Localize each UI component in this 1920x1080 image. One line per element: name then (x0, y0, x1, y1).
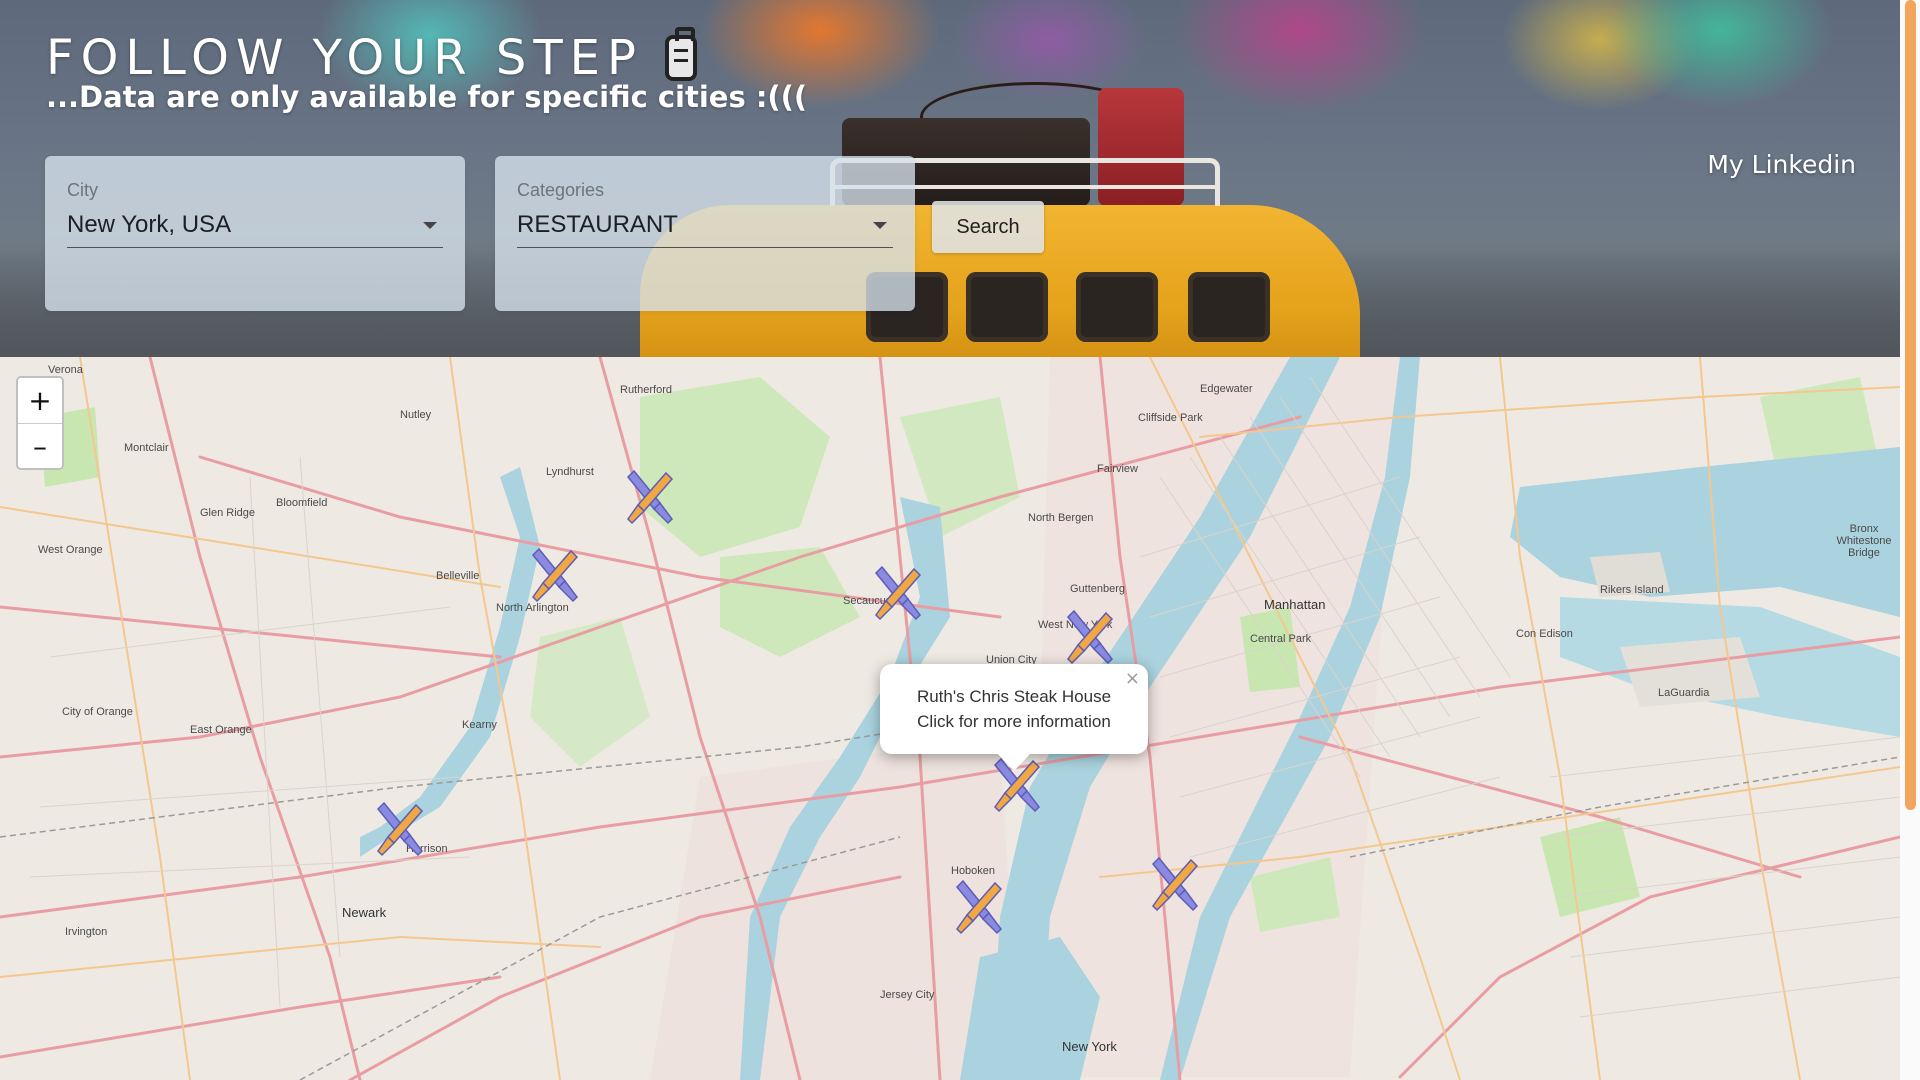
fork-knife-icon (1151, 856, 1199, 912)
restaurant-marker[interactable] (1060, 607, 1120, 667)
fork-knife-icon (1066, 609, 1114, 665)
map-view[interactable]: Verona Rutherford Nutley Montclair Lyndh… (0, 357, 1900, 1080)
fork-knife-icon (626, 469, 674, 525)
city-select-value: New York, USA (67, 211, 232, 238)
zoom-control: + – (16, 376, 64, 470)
map-label: Belleville (436, 570, 480, 582)
restaurant-marker[interactable] (370, 799, 430, 859)
caret-down-icon (423, 221, 437, 229)
linkedin-link[interactable]: My Linkedin (1707, 150, 1856, 179)
map-label: Cliffside Park (1138, 412, 1203, 424)
map-label: New York (1062, 1039, 1117, 1054)
map-label: Hoboken (951, 865, 996, 877)
bus-window (966, 272, 1048, 342)
map-label: Central Park (1250, 633, 1312, 645)
map-label: Fairview (1097, 463, 1138, 475)
fork-knife-icon (376, 801, 424, 857)
map-label: Irvington (65, 926, 108, 938)
categories-select-card: Categories RESTAURANT (495, 156, 915, 311)
restaurant-marker[interactable] (949, 877, 1009, 937)
categories-select-label: Categories (517, 180, 605, 200)
fork-knife-icon (874, 565, 922, 621)
map-label: Glen Ridge (200, 507, 256, 519)
categories-select-value: RESTAURANT (517, 211, 678, 238)
popup-title: Ruth's Chris Steak House (916, 687, 1112, 706)
map-label: East Orange (190, 724, 252, 736)
restaurant-marker[interactable] (868, 563, 928, 623)
restaurant-marker[interactable] (525, 545, 585, 605)
map-label: Nutley (400, 409, 432, 421)
map-label: North Bergen (1028, 512, 1094, 524)
map-label: Rikers Island (1600, 584, 1664, 596)
map-label: City of Orange (62, 706, 133, 718)
restaurant-marker[interactable] (1145, 854, 1205, 914)
fork-knife-icon (955, 879, 1003, 935)
page-title-text: FOLLOW YOUR STEP (46, 30, 643, 86)
map-label: West Orange (38, 544, 103, 556)
bus-window (1076, 272, 1158, 342)
city-select[interactable]: New York, USA (67, 211, 443, 248)
fork-knife-icon (531, 547, 579, 603)
page-scrollbar[interactable] (1900, 0, 1920, 1080)
caret-down-icon (873, 221, 887, 229)
zoom-out-button[interactable]: – (18, 423, 62, 468)
city-select-label: City (67, 180, 98, 200)
page-title: FOLLOW YOUR STEP (46, 27, 697, 86)
scrollbar-thumb[interactable] (1905, 0, 1916, 810)
map-label: Montclair (124, 442, 169, 454)
zoom-in-button[interactable]: + (18, 378, 62, 423)
popup-close-icon[interactable]: × (1125, 670, 1140, 688)
city-select-card: City New York, USA (45, 156, 465, 311)
map-label: Edgewater (1200, 383, 1253, 395)
page-subtitle: ...Data are only available for specific … (46, 80, 808, 114)
popup-subtitle[interactable]: Click for more information (880, 709, 1148, 734)
map-label: Rutherford (620, 384, 672, 396)
marker-popup[interactable]: × Ruth's Chris Steak House Click for mor… (880, 664, 1148, 771)
search-button[interactable]: Search (932, 201, 1044, 253)
map-label: Con Edison (1516, 628, 1573, 640)
map-label: Kearny (462, 719, 497, 731)
restaurant-marker[interactable] (620, 467, 680, 527)
map-label: LaGuardia (1658, 687, 1710, 699)
bus-window (1188, 272, 1270, 342)
map-label: Guttenberg (1070, 583, 1126, 595)
map-label: Lyndhurst (546, 466, 594, 478)
luggage-icon (664, 27, 697, 81)
map-label: Jersey City (880, 989, 935, 1001)
map-label: Newark (342, 905, 387, 920)
categories-select[interactable]: RESTAURANT (517, 211, 893, 248)
map-label: Bloomfield (276, 497, 328, 509)
map-label: Verona (48, 364, 83, 376)
map-label: Manhattan (1264, 597, 1326, 612)
map-label: Bronx Whitestone Bridge (1836, 523, 1892, 559)
